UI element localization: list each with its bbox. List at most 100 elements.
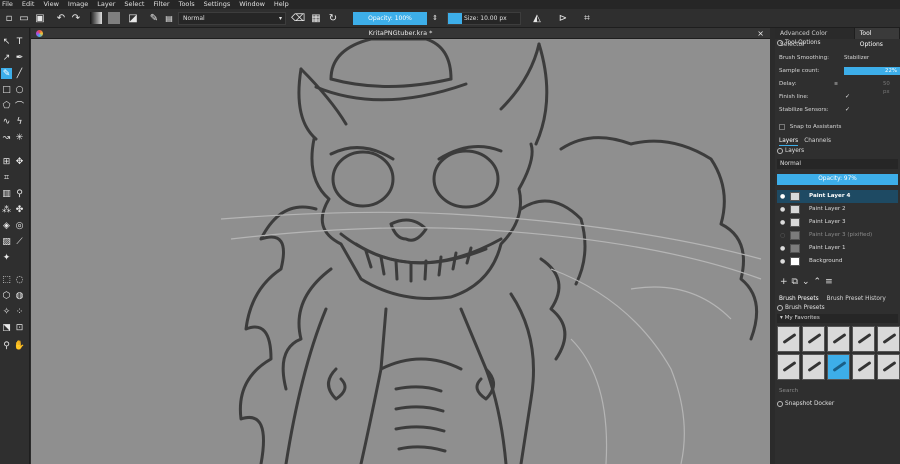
opacity-slider[interactable]: Opacity: 100% xyxy=(353,12,427,25)
menu-select[interactable]: Select xyxy=(124,0,144,9)
size-slider[interactable]: Size: 10.00 px xyxy=(447,12,521,25)
open-document-icon[interactable]: ▭ xyxy=(18,11,30,25)
measure-tool-icon[interactable]: ⟋ xyxy=(14,236,25,247)
line-tool-icon[interactable]: ╱ xyxy=(14,68,25,79)
close-document-icon[interactable]: × xyxy=(757,28,764,39)
freehand-select-icon[interactable]: ◍ xyxy=(14,290,25,301)
snap-checkbox[interactable] xyxy=(779,123,785,130)
mirror-vertical-icon[interactable]: ⊳ xyxy=(556,11,570,25)
menu-settings[interactable]: Settings xyxy=(204,0,231,9)
magnetic-select-icon[interactable]: ⊡ xyxy=(14,322,25,333)
layer-row[interactable]: ● Paint Layer 1 xyxy=(777,242,898,255)
freehand-brush-icon[interactable]: ✎ xyxy=(1,68,12,79)
eye-hidden-icon[interactable]: ○ xyxy=(780,229,785,242)
layer-row[interactable]: ● Paint Layer 3 xyxy=(777,216,898,229)
eye-icon[interactable]: ● xyxy=(780,190,785,203)
eye-icon[interactable]: ● xyxy=(780,255,785,268)
similar-select-icon[interactable]: ⁘ xyxy=(14,306,25,317)
smart-patch-icon[interactable]: ✤ xyxy=(14,204,25,215)
tab-brush-presets[interactable]: Brush Presets xyxy=(779,294,819,304)
rectangle-tool-icon[interactable]: □ xyxy=(1,84,12,95)
brush-preset[interactable] xyxy=(802,326,825,352)
eraser-icon[interactable]: ⌫ xyxy=(291,11,305,25)
reload-preset-icon[interactable]: ↻ xyxy=(327,11,339,25)
dynamic-brush-icon[interactable]: ↝ xyxy=(1,132,12,143)
drawing-canvas[interactable] xyxy=(31,39,770,464)
color-fg-bg-icon[interactable]: ◪ xyxy=(127,11,139,25)
pan-tool-icon[interactable]: ✋ xyxy=(14,340,25,351)
eye-icon[interactable]: ● xyxy=(780,242,785,255)
brush-preset[interactable] xyxy=(777,326,800,352)
tab-tool-options[interactable]: Tool Options xyxy=(854,28,900,48)
rect-select-icon[interactable]: ⬚ xyxy=(1,274,12,285)
tab-layers[interactable]: Layers xyxy=(779,136,799,146)
menu-tools[interactable]: Tools xyxy=(179,0,195,9)
brush-preset-selected[interactable] xyxy=(827,354,850,380)
document-title[interactable]: KritaPNGtuber.kra * xyxy=(31,28,770,39)
assistant-tool-icon[interactable]: ▨ xyxy=(1,236,12,247)
blend-mode-select[interactable]: Normal ▾ xyxy=(178,12,286,25)
bezier-select-icon[interactable]: ⬔ xyxy=(1,322,12,333)
layer-row[interactable]: ● Paint Layer 4 xyxy=(777,190,898,203)
ellipse-tool-icon[interactable]: ○ xyxy=(14,84,25,95)
polyline-tool-icon[interactable]: ⌒ xyxy=(14,100,25,112)
move-up-icon[interactable]: ⌃ xyxy=(814,277,822,287)
transform-tool-icon[interactable]: ⊞ xyxy=(1,156,12,167)
layer-row[interactable]: ● Background xyxy=(777,255,898,268)
color-picker-icon[interactable]: ⚲ xyxy=(14,188,25,199)
opacity-stepper-icon[interactable]: ⇕ xyxy=(431,11,439,25)
layer-row[interactable]: ○ Paint Layer 3 (pixified) xyxy=(777,229,898,242)
eye-icon[interactable]: ● xyxy=(780,203,785,216)
new-document-icon[interactable]: ▫ xyxy=(3,11,15,25)
pattern-swatch[interactable] xyxy=(108,12,120,24)
mirror-horizontal-icon[interactable]: ◭ xyxy=(530,11,544,25)
layer-blend-mode-select[interactable]: Normal xyxy=(777,159,898,169)
gradient-swatch[interactable] xyxy=(90,12,102,24)
stabilize-sensors-checkbox[interactable]: ✓ xyxy=(845,106,850,114)
menu-view[interactable]: View xyxy=(43,0,58,9)
tab-channels[interactable]: Channels xyxy=(804,136,831,146)
brush-preset[interactable] xyxy=(852,326,875,352)
save-icon[interactable]: ▣ xyxy=(34,11,46,25)
brush-preset[interactable] xyxy=(802,354,825,380)
tab-advanced-color-selector[interactable]: Advanced Color Selector xyxy=(775,28,855,48)
menu-layer[interactable]: Layer xyxy=(97,0,115,9)
freehand-path-icon[interactable]: ϟ xyxy=(14,116,25,127)
menu-image[interactable]: Image xyxy=(68,0,88,9)
text-tool-icon[interactable]: T xyxy=(14,36,25,47)
finish-line-checkbox[interactable]: ✓ xyxy=(845,93,850,101)
menu-window[interactable]: Window xyxy=(239,0,265,9)
menu-help[interactable]: Help xyxy=(274,0,289,9)
polygon-select-icon[interactable]: ⬡ xyxy=(1,290,12,301)
brush-smoothing-select[interactable]: Stabilizer xyxy=(844,54,869,62)
layer-properties-icon[interactable]: ≡ xyxy=(825,277,833,287)
gradient-tool-icon[interactable]: ▥ xyxy=(1,188,12,199)
redo-icon[interactable]: ↷ xyxy=(70,11,82,25)
reference-tool-icon[interactable]: ✦ xyxy=(1,252,12,263)
add-layer-icon[interactable]: + xyxy=(780,277,788,287)
layer-row[interactable]: ● Paint Layer 2 xyxy=(777,203,898,216)
colorize-mask-icon[interactable]: ⁂ xyxy=(1,204,12,215)
brush-editor-icon[interactable]: ✎ xyxy=(148,11,160,25)
contiguous-select-icon[interactable]: ✧ xyxy=(1,306,12,317)
crop-icon[interactable]: ⌗ xyxy=(580,11,594,25)
sample-count-slider[interactable]: 22% xyxy=(844,67,900,75)
zoom-tool-icon[interactable]: ⚲ xyxy=(1,340,12,351)
duplicate-layer-icon[interactable]: ⧉ xyxy=(792,277,798,287)
brush-preset[interactable] xyxy=(852,354,875,380)
menu-file[interactable]: File xyxy=(2,0,13,9)
ellipse-select-icon[interactable]: ◌ xyxy=(14,274,25,285)
menu-edit[interactable]: Edit xyxy=(22,0,35,9)
delay-value[interactable]: 50 px xyxy=(883,80,897,95)
enclose-fill-icon[interactable]: ◎ xyxy=(14,220,25,231)
undo-icon[interactable]: ↶ xyxy=(55,11,67,25)
brush-preset[interactable] xyxy=(877,326,900,352)
polygon-tool-icon[interactable]: ⬠ xyxy=(1,100,12,111)
brush-preset[interactable] xyxy=(877,354,900,380)
move-down-icon[interactable]: ⌄ xyxy=(802,277,810,287)
preset-search-input[interactable]: Search xyxy=(777,387,898,396)
tab-brush-preset-history[interactable]: Brush Preset History xyxy=(827,294,886,304)
eye-icon[interactable]: ● xyxy=(780,216,785,229)
preset-tag-select[interactable]: ▾ My Favorites xyxy=(777,314,898,323)
multibrush-icon[interactable]: ✳ xyxy=(14,132,25,143)
